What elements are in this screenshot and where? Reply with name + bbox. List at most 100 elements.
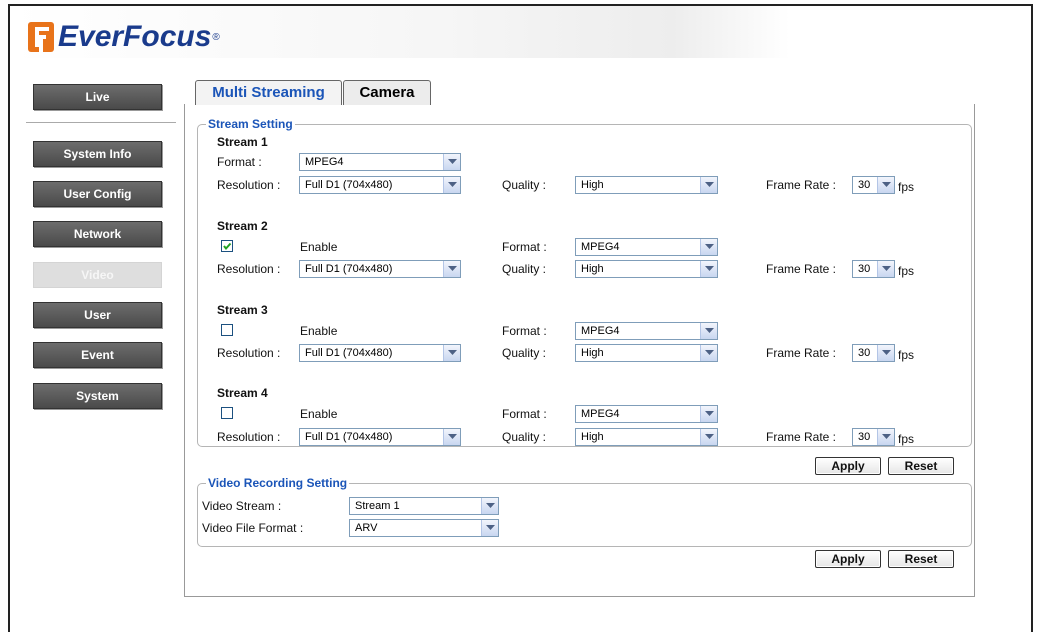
stream-1-format-value: MPEG4 <box>305 156 344 168</box>
stream-4-format-value: MPEG4 <box>581 408 620 420</box>
stream-2-quality-select[interactable]: High <box>575 260 718 278</box>
stream-4-quality-label: Quality : <box>502 430 547 444</box>
video-recording-setting-legend: Video Recording Setting <box>208 476 348 490</box>
stream-2-frame-rate-label: Frame Rate : <box>766 262 837 276</box>
video-recording-setting-group: Video Recording Setting <box>197 476 972 547</box>
stream-2-enable-label: Enable <box>300 240 338 254</box>
stream-4-format-select[interactable]: MPEG4 <box>575 405 718 423</box>
stream-1-format-select[interactable]: MPEG4 <box>299 153 461 171</box>
stream-1-frame-rate-value: 30 <box>858 179 871 191</box>
stream-1-format-label: Format : <box>217 155 262 169</box>
stream-4-frame-rate-value: 30 <box>858 431 871 443</box>
stream-4-fps-label: fps <box>898 432 915 446</box>
stream-3-enable-label: Enable <box>300 324 338 338</box>
nav-network-button[interactable]: Network <box>33 221 162 247</box>
stream-3-format-value: MPEG4 <box>581 325 620 337</box>
stream-3-resolution-select[interactable]: Full D1 (704x480) <box>299 344 461 362</box>
stream-1-quality-value: High <box>581 179 604 191</box>
recording-apply-button[interactable]: Apply <box>815 550 881 568</box>
stream-4-resolution-value: Full D1 (704x480) <box>305 431 393 443</box>
stream-4-enable-label: Enable <box>300 407 338 421</box>
chevron-down-icon <box>877 429 894 445</box>
stream-3-fps-label: fps <box>898 348 915 362</box>
stream-2-frame-rate-select[interactable]: 30 <box>852 260 895 278</box>
stream-2-format-label: Format : <box>502 240 547 254</box>
stream-1-resolution-label: Resolution : <box>217 178 281 192</box>
stream-2-title: Stream 2 <box>217 219 268 233</box>
chevron-down-icon <box>443 154 460 170</box>
chevron-down-icon <box>700 429 717 445</box>
stream-2-quality-label: Quality : <box>502 262 547 276</box>
stream-2-frame-rate-value: 30 <box>858 263 871 275</box>
stream-2-enable-checkbox[interactable] <box>221 240 233 252</box>
stream-1-resolution-select[interactable]: Full D1 (704x480) <box>299 176 461 194</box>
chevron-down-icon <box>443 177 460 193</box>
video-stream-label: Video Stream : <box>202 499 282 513</box>
stream-3-quality-select[interactable]: High <box>575 344 718 362</box>
stream-4-title: Stream 4 <box>217 386 268 400</box>
stream-3-quality-value: High <box>581 347 604 359</box>
stream-3-title: Stream 3 <box>217 303 268 317</box>
video-file-format-value: ARV <box>355 522 378 534</box>
video-stream-value: Stream 1 <box>355 500 400 512</box>
chevron-down-icon <box>877 345 894 361</box>
stream-3-resolution-label: Resolution : <box>217 346 281 360</box>
nav-live-button[interactable]: Live <box>33 84 162 110</box>
tab-multi-streaming[interactable]: Multi Streaming <box>195 80 342 105</box>
stream-apply-button[interactable]: Apply <box>815 457 881 475</box>
nav-user-config-button[interactable]: User Config <box>33 181 162 207</box>
stream-setting-legend: Stream Setting <box>208 117 293 131</box>
chevron-down-icon <box>700 239 717 255</box>
nav-video-button[interactable]: Video <box>33 262 162 288</box>
stream-3-quality-label: Quality : <box>502 346 547 360</box>
stream-4-resolution-select[interactable]: Full D1 (704x480) <box>299 428 461 446</box>
stream-1-quality-select[interactable]: High <box>575 176 718 194</box>
nav-system-info-button[interactable]: System Info <box>33 141 162 167</box>
stream-1-title: Stream 1 <box>217 135 268 149</box>
chevron-down-icon <box>700 323 717 339</box>
chevron-down-icon <box>481 520 498 536</box>
stream-1-quality-label: Quality : <box>502 178 547 192</box>
chevron-down-icon <box>700 406 717 422</box>
stream-2-resolution-value: Full D1 (704x480) <box>305 263 393 275</box>
recording-reset-button[interactable]: Reset <box>888 550 954 568</box>
stream-2-resolution-select[interactable]: Full D1 (704x480) <box>299 260 461 278</box>
stream-3-frame-rate-label: Frame Rate : <box>766 346 837 360</box>
stream-4-quality-select[interactable]: High <box>575 428 718 446</box>
nav-system-button[interactable]: System <box>33 383 162 409</box>
tab-camera[interactable]: Camera <box>343 80 431 105</box>
chevron-down-icon <box>700 345 717 361</box>
stream-4-frame-rate-label: Frame Rate : <box>766 430 837 444</box>
chevron-down-icon <box>481 498 498 514</box>
chevron-down-icon <box>877 177 894 193</box>
video-file-format-select[interactable]: ARV <box>349 519 499 537</box>
stream-1-fps-label: fps <box>898 180 915 194</box>
nav-user-button[interactable]: User <box>33 302 162 328</box>
video-stream-select[interactable]: Stream 1 <box>349 497 499 515</box>
nav-divider <box>26 122 176 123</box>
stream-2-quality-value: High <box>581 263 604 275</box>
chevron-down-icon <box>700 177 717 193</box>
stream-4-format-label: Format : <box>502 407 547 421</box>
chevron-down-icon <box>700 261 717 277</box>
stream-2-format-select[interactable]: MPEG4 <box>575 238 718 256</box>
stream-4-frame-rate-select[interactable]: 30 <box>852 428 895 446</box>
stream-3-format-label: Format : <box>502 324 547 338</box>
stream-2-fps-label: fps <box>898 264 915 278</box>
chevron-down-icon <box>443 345 460 361</box>
stream-2-format-value: MPEG4 <box>581 241 620 253</box>
stream-1-frame-rate-select[interactable]: 30 <box>852 176 895 194</box>
nav-event-button[interactable]: Event <box>33 342 162 368</box>
stream-3-frame-rate-select[interactable]: 30 <box>852 344 895 362</box>
stream-1-resolution-value: Full D1 (704x480) <box>305 179 393 191</box>
stream-3-frame-rate-value: 30 <box>858 347 871 359</box>
stream-reset-button[interactable]: Reset <box>888 457 954 475</box>
registered-mark: ® <box>212 31 220 43</box>
stream-4-quality-value: High <box>581 431 604 443</box>
stream-4-enable-checkbox[interactable] <box>221 407 233 419</box>
stream-3-format-select[interactable]: MPEG4 <box>575 322 718 340</box>
stream-3-enable-checkbox[interactable] <box>221 324 233 336</box>
chevron-down-icon <box>877 261 894 277</box>
everfocus-logo-icon <box>28 22 54 52</box>
stream-1-frame-rate-label: Frame Rate : <box>766 178 837 192</box>
